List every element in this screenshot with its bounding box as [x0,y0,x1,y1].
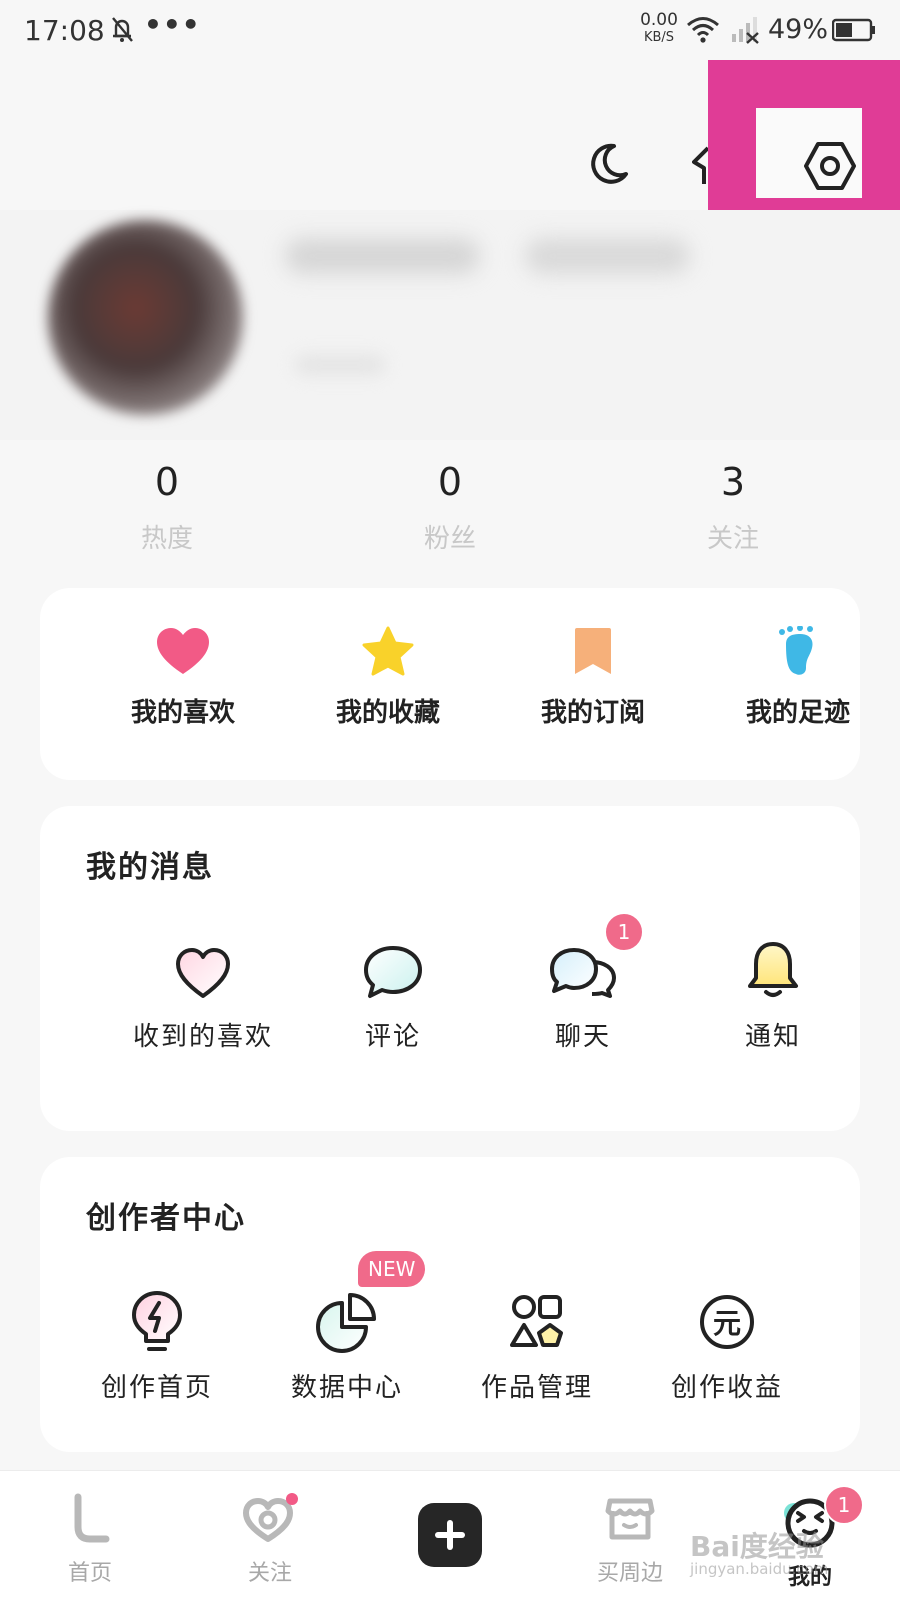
battery-icon [832,18,875,42]
msg-received-likes[interactable]: 收到的喜欢 [108,936,298,1053]
quick-label: 我的收藏 [335,698,440,728]
status-bar: 17:08 ••• 0.00 KB/S 49% [0,0,900,60]
nav-label: 首页 [67,1561,112,1586]
shop-icon [605,1498,655,1540]
network-speed: 0.00 KB/S [636,10,682,45]
stat-value: 3 [720,460,746,504]
status-more-dots: ••• [144,8,201,41]
creator-label: 创作收益 [670,1373,783,1403]
nav-follow[interactable]: 关注 [210,1493,330,1587]
creator-home[interactable]: 创作首页 [62,1287,252,1404]
chat-unread-badge: 1 [604,912,644,952]
heart-icon [157,628,209,674]
stat-value: 0 [437,460,463,504]
chat-icon [550,948,616,998]
msg-label: 评论 [364,1022,421,1052]
quick-my-likes[interactable]: 我的喜欢 [93,626,273,729]
creator-data-center[interactable]: NEW 数据中心 [252,1251,442,1404]
quick-label: 我的喜欢 [130,698,235,728]
yuan-glyph: 元 [713,1307,741,1340]
msg-label: 收到的喜欢 [132,1022,273,1052]
quick-my-subscriptions[interactable]: 我的订阅 [503,626,683,729]
msg-comments[interactable]: 评论 [298,936,488,1053]
lightbulb-icon [132,1291,182,1351]
wifi-icon [687,17,719,43]
bookmark-icon [575,628,611,674]
mute-bell-icon [112,17,133,42]
stat-heat[interactable]: 0 热度 [92,460,242,555]
signal-icon [732,17,759,44]
creator-label: 创作首页 [100,1373,213,1403]
settings-icon[interactable] [804,140,856,192]
nav-label: 关注 [247,1561,292,1586]
quick-label: 我的订阅 [540,698,645,728]
watermark-url: jingyan.baidu.com [690,1560,829,1578]
stat-label: 热度 [140,524,193,554]
watermark: Bai度经验 [690,1530,824,1563]
yuan-icon: 元 [700,1295,754,1349]
quick-my-favorites[interactable]: 我的收藏 [298,626,478,729]
msg-label: 通知 [744,1022,801,1052]
quick-label: 我的足迹 [745,698,850,728]
blurred-username-part [525,238,690,274]
creator-works-management[interactable]: 作品管理 [442,1287,632,1404]
stat-label: 粉丝 [423,524,476,554]
creator-label: 作品管理 [480,1373,593,1403]
nav-label: 买周边 [596,1561,663,1586]
bell-icon [748,942,798,997]
footprint-icon [779,625,813,675]
follow-heart-icon [243,1493,298,1542]
heart-outline-icon [176,948,230,998]
msg-notifications[interactable]: 通知 [678,936,868,1053]
star-icon [362,626,414,676]
pie-chart-icon [316,1293,376,1353]
stat-label: 关注 [706,524,759,554]
network-speed-value: 0.00 [640,10,678,30]
network-speed-unit: KB/S [643,30,675,45]
profile-badge: 1 [824,1485,864,1525]
comment-icon [364,946,422,998]
creator-center-card: 创作者中心 创作首页 NEW 数据中心 作品管理 元 创作收益 [40,1157,860,1452]
battery-percent: 49% [768,14,829,45]
status-time: 17:08 [24,14,105,47]
stat-value: 0 [154,460,180,504]
stat-following[interactable]: 3 关注 [658,460,808,555]
blurred-username [285,238,480,274]
msg-label: 聊天 [554,1022,611,1052]
creator-label: 数据中心 [290,1373,403,1403]
avatar[interactable] [48,220,243,415]
quick-access-card: 我的喜欢 我的收藏 我的订阅 我的足迹 [40,588,860,780]
stat-fans[interactable]: 0 粉丝 [375,460,525,555]
messages-title: 我的消息 [86,850,214,885]
creator-title: 创作者中心 [86,1201,246,1236]
add-post-button[interactable] [418,1503,482,1567]
blurred-subtitle [295,355,385,375]
moon-icon[interactable] [584,140,632,188]
creator-earnings[interactable]: 元 创作收益 [632,1287,822,1404]
quick-my-footprints[interactable]: 我的足迹 [708,625,888,729]
messages-card: 我的消息 收到的喜欢 评论 1 聊天 通知 [40,806,860,1131]
add-icon [435,1520,465,1550]
new-badge: NEW [358,1251,426,1287]
nav-home[interactable]: 首页 [30,1493,150,1587]
msg-chat[interactable]: 1 聊天 [488,912,678,1053]
shapes-icon [510,1295,563,1347]
nav-shop[interactable]: 买周边 [570,1493,690,1587]
home-icon [74,1493,110,1543]
shirt-icon[interactable] [692,140,708,188]
